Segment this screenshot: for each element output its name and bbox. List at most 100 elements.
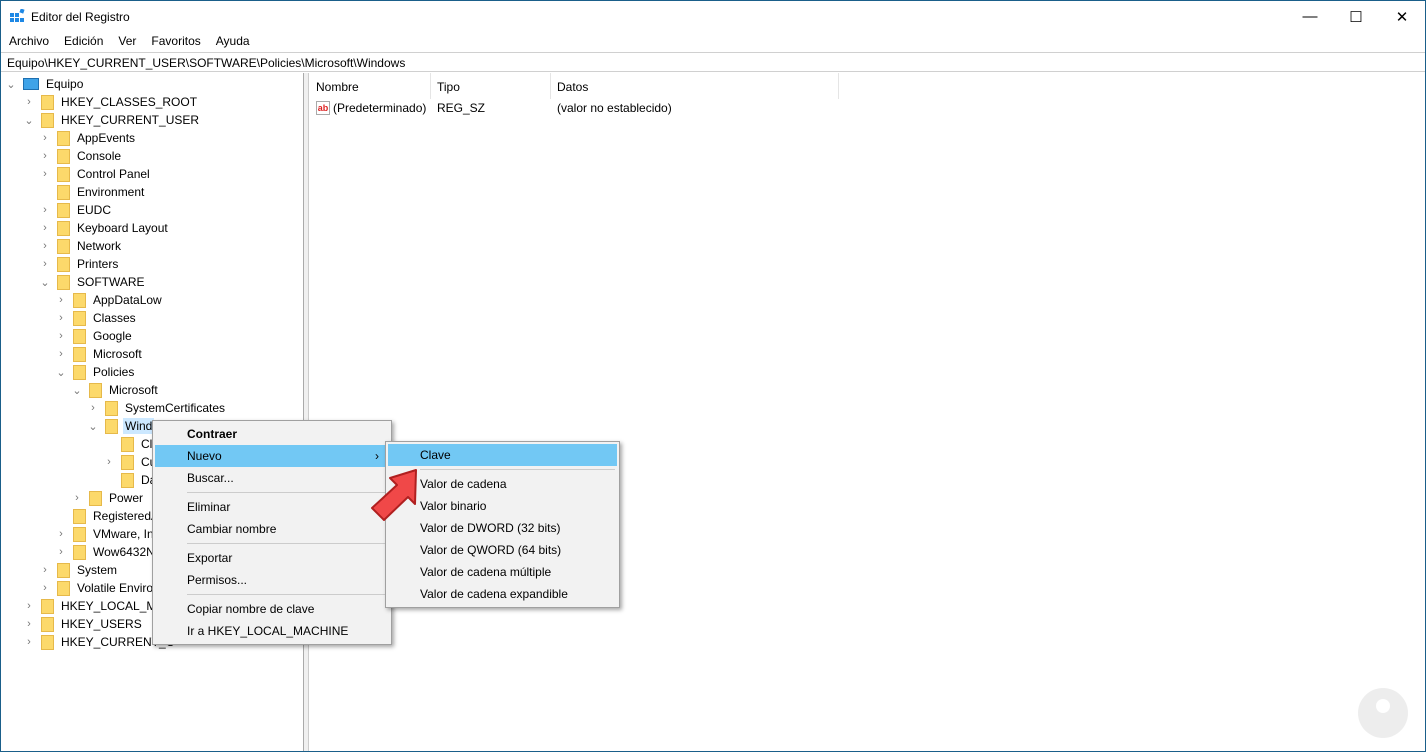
chevron-down-icon[interactable]: ⌄ (6, 78, 16, 91)
menu-favoritos[interactable]: Favoritos (143, 32, 207, 52)
tree-item[interactable]: › HKEY_CLASSES_ROOT (27, 93, 199, 111)
submenu-item-qword[interactable]: Valor de QWORD (64 bits) (388, 539, 617, 561)
menu-ver[interactable]: Ver (110, 32, 143, 52)
menu-item-copiar-nombre[interactable]: Copiar nombre de clave (155, 598, 389, 620)
folder-icon (89, 382, 102, 398)
folder-icon (41, 112, 54, 128)
chevron-right-icon[interactable]: › (24, 636, 34, 648)
tree-item[interactable]: › Network (43, 237, 123, 255)
submenu-item-multiple[interactable]: Valor de cadena múltiple (388, 561, 617, 583)
chevron-right-icon[interactable]: › (40, 582, 50, 594)
folder-icon (57, 130, 70, 146)
tree-item-label: AppEvents (77, 131, 136, 145)
menu-ayuda[interactable]: Ayuda (208, 32, 257, 52)
minimize-button[interactable]: — (1287, 1, 1333, 32)
chevron-right-icon[interactable]: › (24, 96, 34, 108)
tree-item[interactable]: › Classes (59, 309, 138, 327)
tree-item[interactable]: › Printers (43, 255, 120, 273)
column-nombre[interactable]: Nombre (310, 73, 431, 99)
folder-icon (41, 94, 54, 110)
tree-item-label: Wow6432N (93, 545, 155, 559)
tree-item[interactable]: Environment (57, 183, 146, 201)
chevron-right-icon[interactable]: › (40, 222, 50, 234)
tree-item[interactable]: › AppDataLow (59, 291, 164, 309)
pane-splitter[interactable] (304, 73, 309, 751)
chevron-right-icon[interactable]: › (40, 150, 50, 162)
chevron-right-icon[interactable]: › (56, 312, 66, 324)
tree-item[interactable]: › EUDC (43, 201, 113, 219)
chevron-down-icon[interactable]: ⌄ (88, 420, 98, 433)
tree-item-label: Volatile Enviror (77, 581, 158, 595)
chevron-down-icon[interactable]: ⌄ (72, 384, 82, 397)
chevron-right-icon[interactable]: › (56, 294, 66, 306)
tree-item[interactable]: Cl (121, 435, 154, 453)
tree-item[interactable]: › Console (43, 147, 123, 165)
chevron-right-icon[interactable]: › (40, 204, 50, 216)
value-data: (valor no establecido) (557, 101, 672, 115)
tree-item[interactable]: › Power (75, 489, 145, 507)
menu-item-exportar[interactable]: Exportar (155, 547, 389, 569)
value-row[interactable]: ab (Predeterminado) REG_SZ (valor no est… (310, 100, 910, 118)
close-button[interactable]: ✕ (1379, 1, 1425, 32)
menu-edicion[interactable]: Edición (56, 32, 110, 52)
tree-item[interactable]: ⌄ SOFTWARE (40, 273, 147, 291)
menu-item-cambiar-nombre[interactable]: Cambiar nombre (155, 518, 389, 540)
submenu-item-clave[interactable]: Clave (388, 444, 617, 466)
tree-item[interactable]: › AppEvents (43, 129, 137, 147)
chevron-right-icon[interactable]: › (40, 168, 50, 180)
chevron-right-icon[interactable]: › (40, 258, 50, 270)
column-datos[interactable]: Datos (551, 73, 839, 99)
tree-item-label: SystemCertificates (125, 401, 226, 415)
tree-item[interactable]: › HKEY_USERS (27, 615, 144, 633)
chevron-down-icon[interactable]: ⌄ (56, 366, 66, 379)
chevron-right-icon[interactable]: › (40, 240, 50, 252)
tree-item[interactable]: › System (43, 561, 119, 579)
chevron-down-icon[interactable]: ⌄ (40, 276, 50, 289)
column-tipo[interactable]: Tipo (431, 73, 551, 99)
tree-item[interactable]: ⌄ Equipo (6, 75, 85, 93)
tree-item[interactable]: RegisteredA (73, 507, 161, 525)
chevron-right-icon[interactable]: › (72, 492, 82, 504)
chevron-right-icon[interactable]: › (56, 330, 66, 342)
chevron-down-icon[interactable]: ⌄ (24, 114, 34, 127)
tree-item[interactable]: › Control Panel (43, 165, 152, 183)
tree-item-label: Wind (123, 418, 155, 434)
tree-item[interactable]: › Volatile Enviror (43, 579, 159, 597)
tree-item[interactable]: ⌄ Microsoft (72, 381, 160, 399)
tree-item[interactable]: ⌄ Policies (56, 363, 136, 381)
tree-item[interactable]: › Microsoft (59, 345, 144, 363)
menu-item-contraer[interactable]: Contraer (155, 423, 389, 445)
address-bar[interactable]: Equipo\HKEY_CURRENT_USER\SOFTWARE\Polici… (1, 52, 1425, 72)
tree-item[interactable]: › Google (59, 327, 134, 345)
chevron-right-icon[interactable]: › (56, 348, 66, 360)
menu-item-buscar[interactable]: Buscar... (155, 467, 389, 489)
tree-item[interactable]: › HKEY_LOCAL_MA (27, 597, 166, 615)
tree-item[interactable]: ⌄ Wind (88, 417, 155, 435)
menu-archivo[interactable]: Archivo (1, 32, 56, 52)
folder-icon (57, 202, 70, 218)
chevron-right-icon[interactable]: › (56, 546, 66, 558)
chevron-right-icon[interactable]: › (88, 402, 98, 414)
values-list[interactable]: Nombre Tipo Datos ab (Predeterminado) RE… (310, 73, 1425, 751)
chevron-right-icon[interactable]: › (40, 132, 50, 144)
menu-item-ir-a-hklm[interactable]: Ir a HKEY_LOCAL_MACHINE (155, 620, 389, 642)
tree-item[interactable]: › Keyboard Layout (43, 219, 170, 237)
submenu-item-expandible[interactable]: Valor de cadena expandible (388, 583, 617, 605)
menu-item-nuevo[interactable]: Nuevo › (155, 445, 389, 467)
chevron-right-icon[interactable]: › (24, 618, 34, 630)
chevron-right-icon[interactable]: › (104, 456, 114, 468)
tree-item[interactable]: › SystemCertificates (91, 399, 227, 417)
menu-item-permisos[interactable]: Permisos... (155, 569, 389, 591)
tree-item-label: Network (77, 239, 122, 253)
maximize-button[interactable]: ☐ (1333, 1, 1379, 32)
key-tree[interactable]: ⌄ Equipo › HKEY_CLASSES_ROOT ⌄ HKEY_CURRENT_U… (1, 73, 304, 751)
tree-item[interactable]: › Wow6432N (59, 543, 157, 561)
tree-item[interactable]: ⌄ HKEY_CURRENT_USER (24, 111, 201, 129)
tree-item-label: SOFTWARE (77, 275, 145, 289)
tree-item[interactable]: › VMware, Inc (59, 525, 162, 543)
context-menu: Contraer Nuevo › Buscar... Eliminar Cambi… (152, 420, 392, 645)
chevron-right-icon[interactable]: › (24, 600, 34, 612)
chevron-right-icon[interactable]: › (56, 528, 66, 540)
chevron-right-icon[interactable]: › (40, 564, 50, 576)
menu-item-eliminar[interactable]: Eliminar (155, 496, 389, 518)
